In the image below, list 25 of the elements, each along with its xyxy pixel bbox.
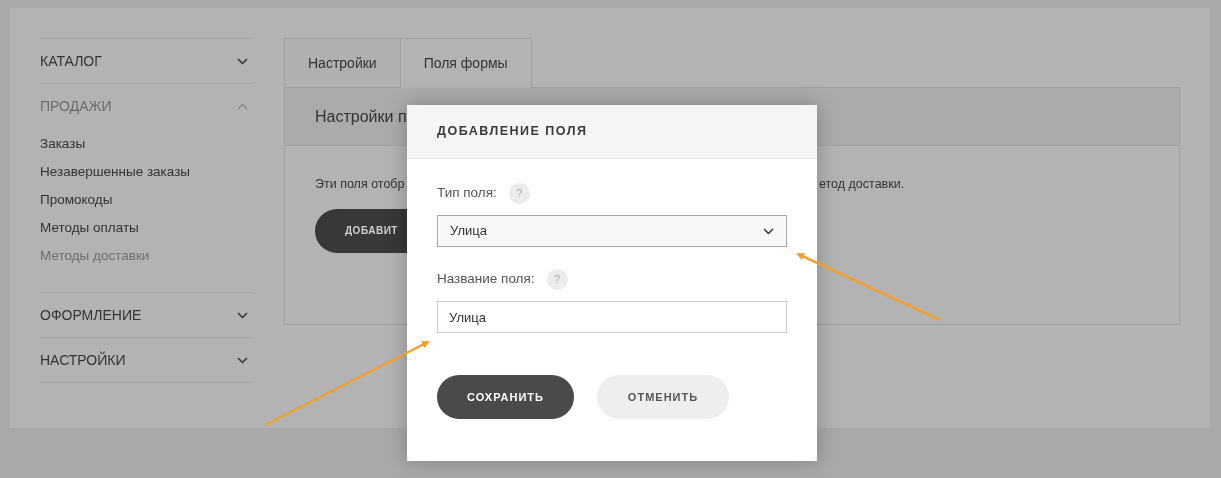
sidebar-section-header[interactable]: НАСТРОЙКИ (40, 338, 252, 382)
field-name-input[interactable]: Улица (437, 301, 787, 333)
panel-description: Эти поля отобр (315, 177, 405, 191)
dialog-title: ДОБАВЛЕНИЕ ПОЛЯ (437, 123, 588, 141)
sidebar-item[interactable]: Заказы (40, 130, 86, 158)
tab[interactable]: Поля формы (399, 38, 532, 88)
sidebar-section-header[interactable]: КАТАЛОГ (40, 39, 252, 83)
field-label: Название поля: (437, 270, 535, 289)
save-button[interactable]: СОХРАНИТЬ (437, 375, 574, 419)
chevron-down-icon (237, 57, 248, 65)
sidebar-item[interactable]: Методы оплаты (40, 214, 139, 242)
sidebar-item[interactable]: Незавершенные заказы (40, 158, 191, 186)
field-label: Тип поля: (437, 184, 497, 203)
cancel-button[interactable]: ОТМЕНИТЬ (597, 375, 729, 419)
chevron-down-icon (237, 356, 248, 364)
chevron-down-icon (763, 227, 774, 235)
sidebar-section-header[interactable]: ОФОРМЛЕНИЕ (40, 293, 252, 337)
sidebar-item[interactable]: Промокоды (40, 186, 113, 214)
panel-description: етод доставки. (819, 176, 905, 193)
chevron-down-icon (237, 311, 248, 319)
chevron-up-icon (237, 102, 248, 110)
add-button[interactable]: ДОБАВИТ (315, 208, 407, 253)
panel-heading: Настройки п (315, 106, 407, 127)
field-type-select[interactable]: Улица (437, 215, 787, 247)
tab[interactable]: Настройки (284, 38, 401, 88)
